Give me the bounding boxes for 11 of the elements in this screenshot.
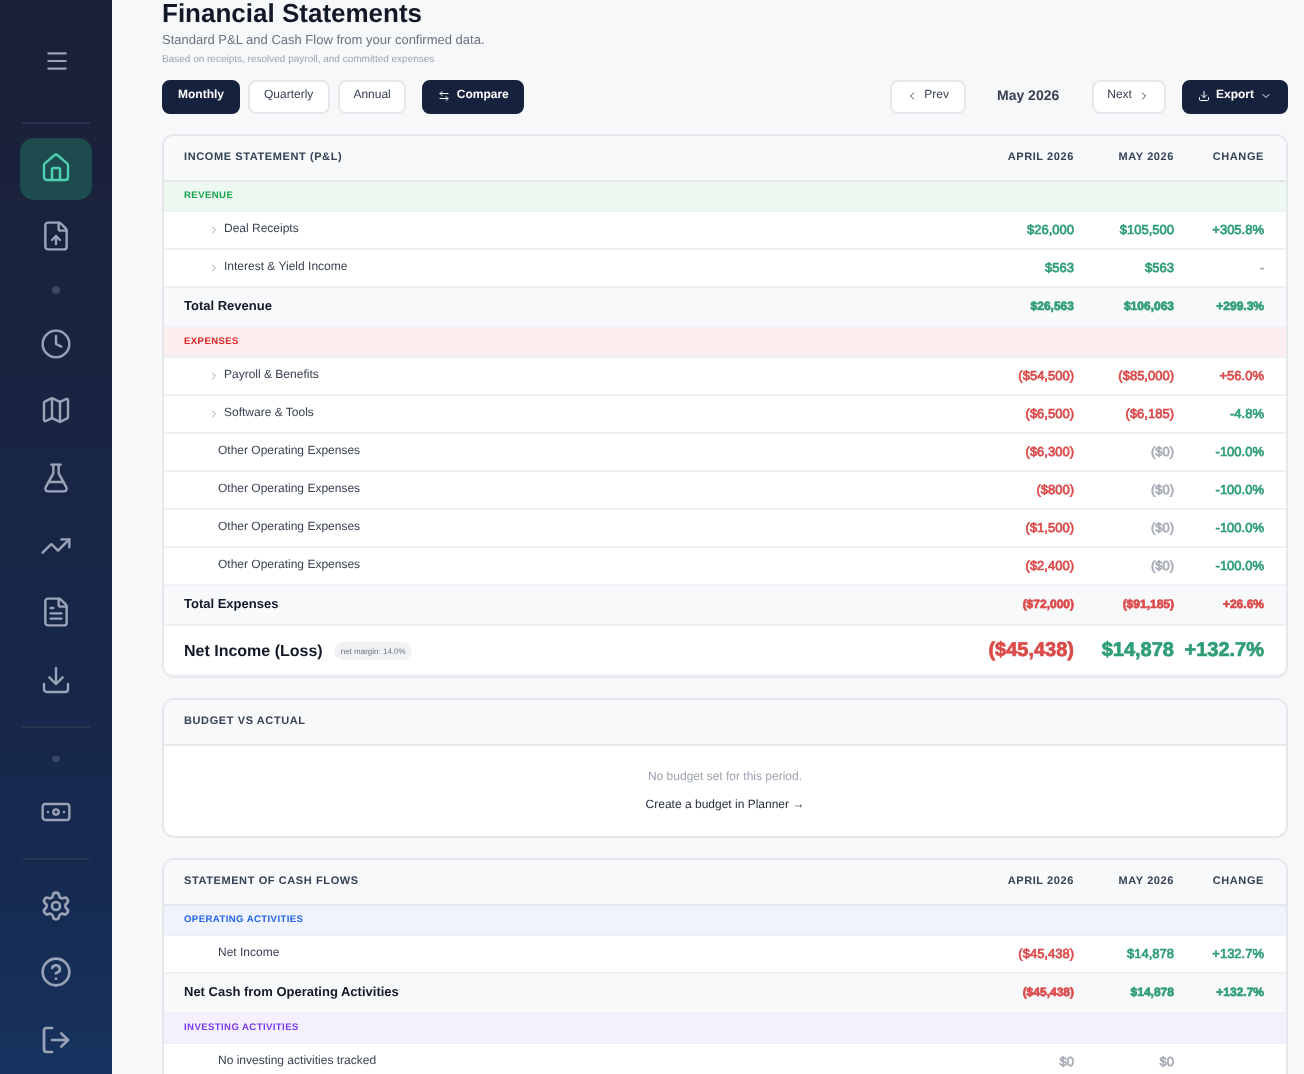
table-cell-text: $14,878	[1099, 639, 1174, 661]
row-label: Net Income (Loss)	[184, 641, 323, 659]
home-icon[interactable]	[20, 137, 92, 201]
download-icon	[1197, 90, 1210, 102]
table-cell-text: +132.7%	[1182, 639, 1264, 661]
table-cell-text: ($45,438)	[986, 639, 1074, 661]
caret-icon	[1260, 90, 1272, 102]
page-title: Financial Statements	[162, 0, 425, 28]
chevron-right-icon	[1137, 90, 1150, 102]
swap-arrows-icon	[438, 90, 451, 102]
chevron-left-icon	[906, 90, 919, 102]
